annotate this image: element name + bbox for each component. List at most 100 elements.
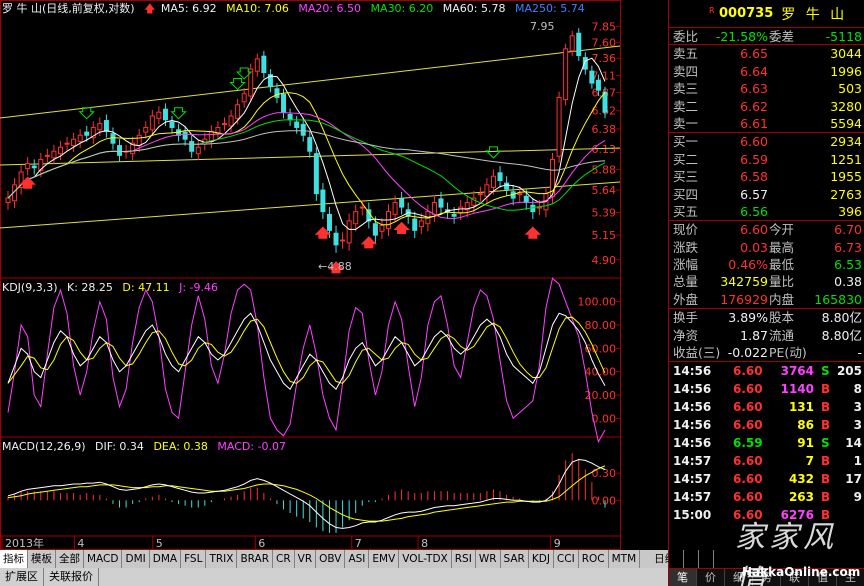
candle-body <box>77 134 83 143</box>
up-arrow-icon: 🡅 <box>144 2 156 15</box>
indicator-tab[interactable]: 模板 <box>28 550 56 568</box>
buy-price: 6.56 <box>740 203 768 219</box>
sell-signal-arrow-icon <box>78 107 95 120</box>
stats-block: 现价 6.60 今开 6.70 涨跌 0.03 最高 6.73 涨幅 0.46% 最低 6.53 总量 3… <box>669 221 864 310</box>
tick-time: 14:56 <box>673 400 712 415</box>
candle-body <box>517 193 523 196</box>
buy-signal-arrow-icon <box>360 236 378 249</box>
tick-row[interactable]: 14:57 6.60 7 B 1 <box>669 452 864 470</box>
tick-list[interactable]: 14:56 6.60 3764 S 205 14:56 6.60 1140 B 8 14:56 6.6… <box>669 362 864 524</box>
chart-area[interactable]: 7.857.607.367.116.876.626.386.135.885.64… <box>0 0 668 550</box>
extension-tab[interactable]: 扩展区 <box>0 568 44 586</box>
indicator-tab[interactable]: ROC <box>579 550 609 568</box>
tick-row[interactable]: 14:56 6.60 131 B 3 <box>669 398 864 416</box>
sell-volume: 3280 <box>830 98 862 114</box>
finance-label: 净资 <box>673 327 699 343</box>
indicator-tab[interactable]: SAR <box>501 550 529 568</box>
buy-price: 6.58 <box>740 169 768 185</box>
candle-body <box>261 55 267 74</box>
candle-body <box>300 123 306 136</box>
candle-body <box>44 154 50 157</box>
candle-body <box>281 94 287 113</box>
tick-row[interactable]: 14:56 6.60 86 B 3 <box>669 416 864 434</box>
buy-row: 买三 6.58 1955 <box>669 168 864 185</box>
stat-row: 涨幅 0.46% 最低 6.53 <box>669 256 864 273</box>
tick-row[interactable]: 14:56 6.60 1140 B 8 <box>669 380 864 398</box>
quote-panel: R 000735 罗 牛 山 委比 -21.58% 委差 -5118 卖五 6.6… <box>668 0 864 586</box>
candle-body <box>189 141 195 152</box>
indicator-tab[interactable]: 指标 <box>0 550 28 568</box>
indicator-tab[interactable]: ASI <box>345 550 370 568</box>
period-selector[interactable]: 日线 <box>646 550 685 568</box>
chart-title: 罗 牛 山(日线,前复权,对数) <box>2 2 135 15</box>
candle-body <box>254 58 260 72</box>
candle-body <box>57 146 63 155</box>
sell-volume: 503 <box>838 81 862 97</box>
stat-value: 342759 <box>720 274 768 290</box>
macd-legend: MACD(12,26,9) DIF: 0.34 DEA: 0.38 MACD: … <box>2 440 292 454</box>
indicator-tab[interactable]: CCI <box>554 550 579 568</box>
buy-volume: 1955 <box>830 169 862 185</box>
ma60-label: MA60: 5.78 <box>442 2 506 15</box>
candle-body <box>313 153 319 195</box>
finance-label: 流通 <box>769 327 795 343</box>
indicator-tab[interactable]: OBV <box>316 550 346 568</box>
indicator-tab[interactable]: MACD <box>84 550 123 568</box>
buy-row: 买一 6.60 2934 <box>669 133 864 150</box>
indicator-tab[interactable]: RSI <box>452 550 476 568</box>
tick-row[interactable]: 14:56 6.60 3764 S 205 <box>669 362 864 380</box>
finance-value: 1.87 <box>740 327 768 343</box>
stock-code[interactable]: 000735 <box>719 6 773 21</box>
finance-value: 3.89% <box>728 310 768 326</box>
indicator-tab[interactable]: VOL-TDX <box>399 550 452 568</box>
buy-price: 6.60 <box>740 134 768 150</box>
candle-body <box>563 48 569 101</box>
candle-body <box>195 146 201 155</box>
scroll-left-icon[interactable]: ◀ <box>684 550 700 568</box>
candle-body <box>458 206 464 214</box>
indicator-tab[interactable]: CR <box>273 550 295 568</box>
tick-row[interactable]: 14:57 6.60 263 B 9 <box>669 488 864 506</box>
candle-body <box>307 137 313 152</box>
indicator-tab[interactable]: DMI <box>122 550 150 568</box>
sell-row: 卖五 6.65 3044 <box>669 45 864 62</box>
stat-row: 现价 6.60 今开 6.70 <box>669 221 864 238</box>
sell-price: 6.64 <box>740 63 768 79</box>
ma250-label: MA250: 5.74 <box>514 2 585 15</box>
indicator-tab[interactable]: EMV <box>369 550 400 568</box>
candle-body <box>136 134 142 147</box>
main-price-chart[interactable]: 7.857.607.367.116.876.626.386.135.885.64… <box>0 0 668 550</box>
indicator-tab[interactable]: MTM <box>609 550 641 568</box>
candle-body <box>156 111 162 119</box>
finance-label: PE(动) <box>769 345 807 361</box>
indicator-tab[interactable]: 全部 <box>56 550 84 568</box>
kdj-legend: KDJ(9,3,3) K: 28.25 D: 47.11 J: -9.46 <box>2 281 224 295</box>
indicator-tab[interactable]: DMA <box>150 550 182 568</box>
indicator-tab[interactable]: TRIX <box>206 550 238 568</box>
tick-count: 205 <box>836 364 862 379</box>
indicator-tab[interactable]: BRAR <box>237 550 273 568</box>
date-axis-label: 2013年 <box>5 536 44 550</box>
candle-body <box>31 165 37 169</box>
macd-dea-line <box>7 465 606 522</box>
panel-tab[interactable]: 笔 <box>669 569 697 586</box>
scroll-right-icon[interactable]: ▶ <box>699 550 715 568</box>
indicator-tab[interactable]: VR <box>295 550 317 568</box>
macd-dea-label: DEA: 0.38 <box>153 440 208 453</box>
low-value: 4.88 <box>327 260 352 273</box>
finance-value: 8.80亿 <box>821 327 862 343</box>
candle-body <box>379 225 385 232</box>
price-axis-label: 7.85 <box>592 20 617 33</box>
indicator-tab[interactable]: KDJ <box>529 550 554 568</box>
tick-row[interactable]: 14:57 6.60 432 B 17 <box>669 470 864 488</box>
sell-price: 6.62 <box>740 98 768 114</box>
candle-body <box>556 96 562 157</box>
tick-row[interactable]: 14:56 6.59 91 S 14 <box>669 434 864 452</box>
indicator-tab[interactable]: FSL <box>181 550 207 568</box>
extension-tab[interactable]: 关联报价 <box>44 568 99 586</box>
indicator-tab[interactable]: WR <box>476 550 501 568</box>
weibi-row: 委比 -21.58% 委差 -5118 <box>669 28 864 46</box>
watermark-url: HakkaOnline.com <box>742 565 861 579</box>
tick-price: 6.59 <box>733 436 763 451</box>
panel-tab[interactable]: 价 <box>697 569 725 586</box>
